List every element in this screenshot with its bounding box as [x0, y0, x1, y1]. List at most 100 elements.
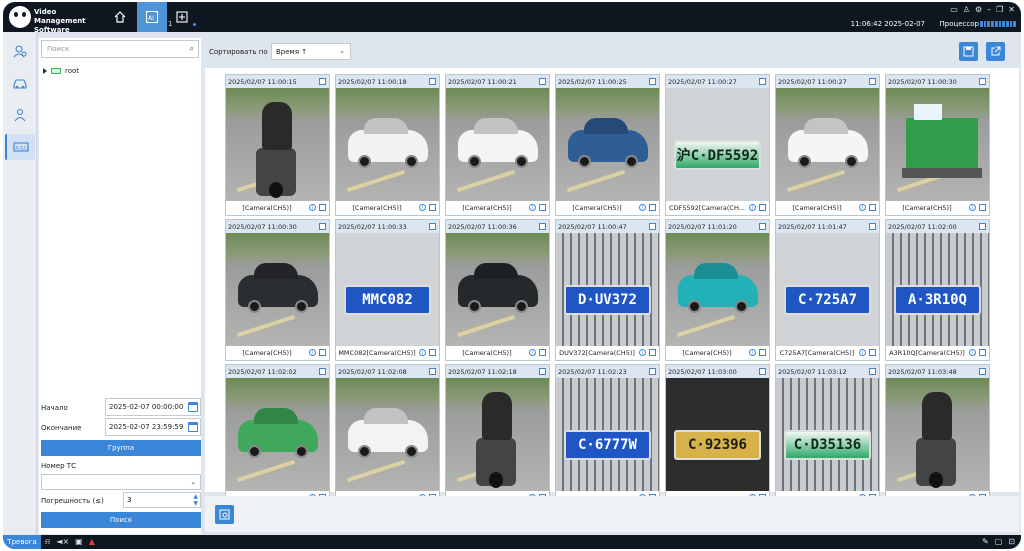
capture-card[interactable]: 2025/02/07 11:00:47 D·UV372 DUV372[Camera(…: [555, 219, 660, 361]
select-checkbox[interactable]: [979, 223, 986, 230]
playback-icon[interactable]: [539, 349, 546, 356]
capture-card[interactable]: 2025/02/07 11:03:00C·92396i: [665, 364, 770, 506]
info-icon[interactable]: i: [309, 204, 316, 211]
user-icon[interactable]: ♙: [963, 5, 970, 14]
capture-thumbnail[interactable]: [886, 378, 989, 491]
info-icon[interactable]: i: [859, 349, 866, 356]
playback-icon[interactable]: [429, 204, 436, 211]
search-button[interactable]: Поиск: [41, 512, 201, 528]
face-search-button[interactable]: [5, 38, 35, 64]
select-checkbox[interactable]: [869, 368, 876, 375]
capture-thumbnail[interactable]: [336, 88, 439, 201]
select-checkbox[interactable]: [979, 78, 986, 85]
info-icon[interactable]: i: [749, 204, 756, 211]
image-search-button[interactable]: [215, 505, 234, 524]
info-icon[interactable]: i: [749, 349, 756, 356]
capture-thumbnail[interactable]: C·6777W: [556, 378, 659, 491]
home-tab[interactable]: [105, 2, 135, 32]
capture-thumbnail[interactable]: [446, 88, 549, 201]
capture-thumbnail[interactable]: [446, 378, 549, 491]
group-button[interactable]: Группа: [41, 440, 201, 456]
capture-card[interactable]: 2025/02/07 11:00:21 [Camera(CH5)] i: [445, 74, 550, 216]
capture-thumbnail[interactable]: [226, 378, 329, 491]
select-checkbox[interactable]: [429, 223, 436, 230]
capture-card[interactable]: 2025/02/07 11:01:20 [Camera(CH5)] i: [665, 219, 770, 361]
capture-card[interactable]: 2025/02/07 11:02:02i: [225, 364, 330, 506]
info-icon[interactable]: i: [419, 349, 426, 356]
device-tree-root[interactable]: root: [43, 67, 79, 75]
capture-thumbnail[interactable]: [446, 233, 549, 346]
select-checkbox[interactable]: [869, 78, 876, 85]
expand-arrow-icon[interactable]: [43, 68, 47, 74]
select-checkbox[interactable]: [429, 368, 436, 375]
plate-number-select[interactable]: ⌄: [41, 474, 201, 490]
playback-icon[interactable]: [979, 204, 986, 211]
playback-icon[interactable]: [539, 204, 546, 211]
playback-icon[interactable]: [649, 349, 656, 356]
capture-thumbnail[interactable]: A·3R10Q: [886, 233, 989, 346]
settings-icon[interactable]: ⚙: [975, 5, 982, 14]
capture-card[interactable]: 2025/02/07 11:03:12C·D35136i: [775, 364, 880, 506]
info-icon[interactable]: i: [969, 349, 976, 356]
info-icon[interactable]: i: [529, 349, 536, 356]
capture-card[interactable]: 2025/02/07 11:00:15 [Camera(CH5)] i: [225, 74, 330, 216]
playback-icon[interactable]: [759, 349, 766, 356]
search-input[interactable]: Поиск ⌕: [41, 40, 199, 58]
capture-card[interactable]: 2025/02/07 11:02:23C·6777Wi: [555, 364, 660, 506]
playback-icon[interactable]: [319, 204, 326, 211]
select-checkbox[interactable]: [319, 78, 326, 85]
capture-card[interactable]: 2025/02/07 11:03:48i: [885, 364, 990, 506]
fullscreen-icon[interactable]: ▢: [995, 537, 1003, 546]
select-checkbox[interactable]: [759, 78, 766, 85]
select-checkbox[interactable]: [759, 223, 766, 230]
body-search-button[interactable]: [5, 102, 35, 128]
alarm-button[interactable]: Тревога: [3, 535, 41, 549]
capture-thumbnail[interactable]: C·92396: [666, 378, 769, 491]
capture-thumbnail[interactable]: C·725A7: [776, 233, 879, 346]
capture-thumbnail[interactable]: MMC082: [336, 233, 439, 346]
playback-icon[interactable]: [319, 349, 326, 356]
start-date-field[interactable]: 2025-02-07 00:00:00: [105, 398, 201, 416]
select-checkbox[interactable]: [869, 223, 876, 230]
select-checkbox[interactable]: [429, 78, 436, 85]
select-checkbox[interactable]: [539, 368, 546, 375]
playback-icon[interactable]: [759, 204, 766, 211]
select-checkbox[interactable]: [759, 368, 766, 375]
capture-card[interactable]: 2025/02/07 11:00:27 沪C·DF5592 CDF5592[Came…: [665, 74, 770, 216]
capture-card[interactable]: 2025/02/07 11:00:27 [Camera(CH5)] i: [775, 74, 880, 216]
capture-thumbnail[interactable]: D·UV372: [556, 233, 659, 346]
end-date-field[interactable]: 2025-02-07 23:59:59: [105, 418, 201, 436]
capture-thumbnail[interactable]: [776, 88, 879, 201]
lock-icon[interactable]: ⊡: [1008, 537, 1015, 546]
info-icon[interactable]: i: [639, 204, 646, 211]
capture-card[interactable]: 2025/02/07 11:00:30 [Camera(CH5)] i: [885, 74, 990, 216]
pin-icon[interactable]: ✎: [982, 537, 989, 546]
stepper-arrows-icon[interactable]: ▲ ▼: [193, 493, 198, 507]
sort-select[interactable]: Время ↑ ⌄: [271, 43, 351, 60]
info-icon[interactable]: i: [309, 349, 316, 356]
screen-icon[interactable]: ▣: [75, 537, 83, 547]
capture-card[interactable]: 2025/02/07 11:00:33 MMC082 MMC082[Camera(C…: [335, 219, 440, 361]
restore-icon[interactable]: ❐: [996, 5, 1003, 14]
capture-card[interactable]: 2025/02/07 11:01:47 C·725A7 C725A7[Camera(…: [775, 219, 880, 361]
capture-thumbnail[interactable]: [336, 378, 439, 491]
vehicle-search-button[interactable]: [5, 70, 35, 96]
export-button[interactable]: [986, 42, 1005, 61]
calendar-icon[interactable]: [188, 422, 198, 432]
tolerance-stepper[interactable]: 3 ▲ ▼: [123, 492, 201, 508]
select-checkbox[interactable]: [319, 223, 326, 230]
capture-card[interactable]: 2025/02/07 11:02:00 A·3R10Q A3R10Q[Camera(…: [885, 219, 990, 361]
info-icon[interactable]: i: [969, 204, 976, 211]
search-icon[interactable]: ⌕: [190, 44, 194, 54]
playback-icon[interactable]: [649, 204, 656, 211]
capture-thumbnail[interactable]: [226, 88, 329, 201]
capture-thumbnail[interactable]: C·D35136: [776, 378, 879, 491]
capture-card[interactable]: 2025/02/07 11:00:25 [Camera(CH5)] i: [555, 74, 660, 216]
search-tab[interactable]: AI: [137, 2, 167, 32]
capture-card[interactable]: 2025/02/07 11:00:18 [Camera(CH5)] i: [335, 74, 440, 216]
info-icon[interactable]: i: [529, 204, 536, 211]
monitor-icon[interactable]: ▭: [950, 5, 958, 14]
info-icon[interactable]: i: [419, 204, 426, 211]
capture-thumbnail[interactable]: [666, 233, 769, 346]
info-icon[interactable]: i: [859, 204, 866, 211]
